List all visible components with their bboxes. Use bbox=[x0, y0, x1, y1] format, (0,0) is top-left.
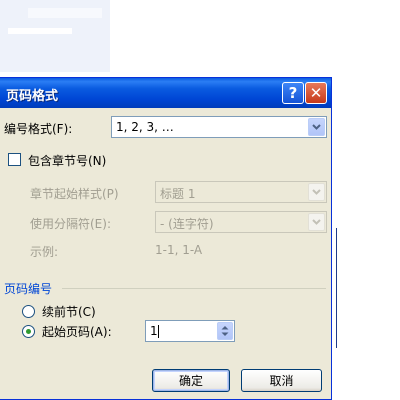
chapter-style-select[interactable]: 标题 1 bbox=[155, 181, 327, 203]
group-divider bbox=[62, 288, 326, 289]
continue-radio[interactable] bbox=[22, 305, 35, 318]
number-format-select[interactable]: 1, 2, 3, … bbox=[111, 116, 327, 138]
separator-value: - (连字符) bbox=[160, 217, 214, 231]
start-at-radio[interactable] bbox=[22, 325, 35, 338]
radio-selected-dot bbox=[26, 329, 31, 334]
help-button[interactable]: ? bbox=[282, 82, 304, 104]
text-caret bbox=[158, 325, 159, 338]
number-format-label: 编号格式(F): bbox=[4, 122, 73, 136]
chapter-style-label: 章节起始样式(P) bbox=[30, 187, 119, 201]
chevron-down-icon[interactable] bbox=[308, 183, 325, 201]
ok-button[interactable]: 确定 bbox=[152, 369, 230, 392]
example-value: 1-1, 1-A bbox=[155, 243, 203, 257]
chevron-down-icon[interactable] bbox=[308, 213, 325, 231]
page-number-format-dialog: 页码格式 ? ✕ 编号格式(F): 1, 2, 3, … 包含章节号(N) 章节… bbox=[0, 77, 332, 400]
start-page-value: 1 bbox=[150, 324, 158, 338]
help-icon: ? bbox=[288, 84, 298, 102]
page-numbering-group-title: 页码编号 bbox=[4, 282, 53, 296]
background-window-edge bbox=[336, 228, 337, 348]
include-chapter-checkbox[interactable] bbox=[8, 153, 21, 166]
background-window-fragment bbox=[0, 0, 110, 72]
separator-select[interactable]: - (连字符) bbox=[155, 211, 327, 233]
background-blur-strip bbox=[28, 8, 102, 18]
title-bar[interactable]: 页码格式 ? ✕ bbox=[0, 78, 331, 108]
ok-button-label: 确定 bbox=[178, 374, 203, 388]
chevron-down-icon[interactable] bbox=[308, 118, 325, 136]
number-format-value: 1, 2, 3, … bbox=[116, 120, 174, 134]
example-label: 示例: bbox=[30, 245, 59, 259]
spinner-arrows-icon[interactable] bbox=[217, 322, 233, 340]
close-button[interactable]: ✕ bbox=[305, 82, 327, 104]
continue-label[interactable]: 续前节(C) bbox=[42, 303, 96, 320]
start-page-spinner[interactable]: 1 bbox=[145, 320, 235, 342]
cancel-button[interactable]: 取消 bbox=[241, 369, 322, 392]
close-icon: ✕ bbox=[309, 84, 323, 102]
dialog-title: 页码格式 bbox=[6, 89, 59, 104]
include-chapter-label[interactable]: 包含章节号(N) bbox=[28, 152, 106, 169]
background-blur-strip bbox=[8, 28, 72, 34]
separator-label: 使用分隔符(E): bbox=[30, 217, 111, 231]
chapter-style-value: 标题 1 bbox=[160, 187, 196, 201]
start-at-label[interactable]: 起始页码(A): bbox=[42, 323, 112, 340]
cancel-button-label: 取消 bbox=[269, 374, 294, 388]
